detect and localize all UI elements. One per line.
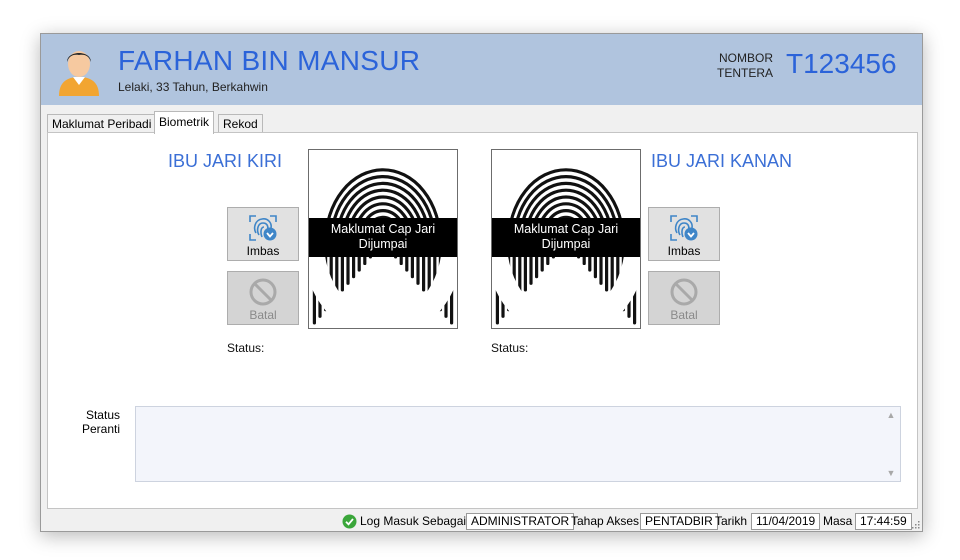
fingerprint-scan-icon — [249, 215, 277, 241]
left-scan-button[interactable]: Imbas — [227, 207, 299, 261]
right-cancel-button[interactable]: Batal — [648, 271, 720, 325]
right-scan-button[interactable]: Imbas — [648, 207, 720, 261]
access-level-label: Tahap Akses — [571, 514, 640, 528]
status-bar: Log Masuk Sebagai ADMINISTRATOR Tahap Ak… — [41, 512, 922, 531]
tab-maklumat-peribadi[interactable]: Maklumat Peribadi — [47, 114, 157, 133]
biometric-panel: IBU JARI KIRI Maklumat Cap Jari Dijumpai… — [47, 132, 918, 509]
cancel-icon — [249, 278, 277, 306]
profile-header: FARHAN BIN MANSUR Lelaki, 33 Tahun, Berk… — [41, 34, 922, 105]
access-level-value: PENTADBIR — [640, 513, 718, 530]
fingerprint-scan-icon — [670, 215, 698, 241]
date-value: 11/04/2019 — [751, 513, 821, 530]
resize-grip-icon[interactable] — [910, 519, 920, 529]
left-cancel-button[interactable]: Batal — [227, 271, 299, 325]
service-number-value: T123456 — [786, 48, 897, 79]
left-thumb-title: IBU JARI KIRI — [168, 151, 283, 171]
right-status-label: Status: — [491, 341, 529, 355]
user-avatar-icon — [59, 51, 99, 96]
left-status-label: Status: — [227, 341, 265, 355]
right-fingerprint-status-overlay: Maklumat Cap Jari Dijumpai — [492, 218, 640, 257]
service-number-label: NOMBOR TENTERA — [716, 51, 773, 80]
tab-biometrik[interactable]: Biometrik — [154, 111, 215, 134]
time-value: 17:44:59 — [855, 513, 912, 530]
person-details: Lelaki, 33 Tahun, Berkahwin — [118, 80, 268, 94]
left-fingerprint-status-overlay: Maklumat Cap Jari Dijumpai — [309, 218, 457, 257]
right-thumb-title: IBU JARI KANAN — [651, 151, 793, 171]
login-label: Log Masuk Sebagai — [360, 514, 467, 528]
date-label: Tarikh — [715, 514, 748, 528]
device-status-textarea[interactable]: ▲ ▼ — [135, 406, 901, 482]
person-name: FARHAN BIN MANSUR — [118, 45, 421, 76]
left-fingerprint-image: Maklumat Cap Jari Dijumpai — [308, 149, 458, 329]
cancel-icon — [670, 278, 698, 306]
check-circle-icon — [342, 514, 357, 529]
time-label: Masa — [823, 514, 853, 528]
right-fingerprint-image: Maklumat Cap Jari Dijumpai — [491, 149, 641, 329]
app-window: FARHAN BIN MANSUR Lelaki, 33 Tahun, Berk… — [40, 33, 923, 532]
tab-rekod[interactable]: Rekod — [218, 114, 263, 133]
scroll-down-arrow-icon[interactable]: ▼ — [886, 468, 896, 478]
device-status-label: Status Peranti — [81, 408, 120, 436]
scroll-up-arrow-icon[interactable]: ▲ — [886, 410, 896, 420]
login-value: ADMINISTRATOR — [466, 513, 575, 530]
